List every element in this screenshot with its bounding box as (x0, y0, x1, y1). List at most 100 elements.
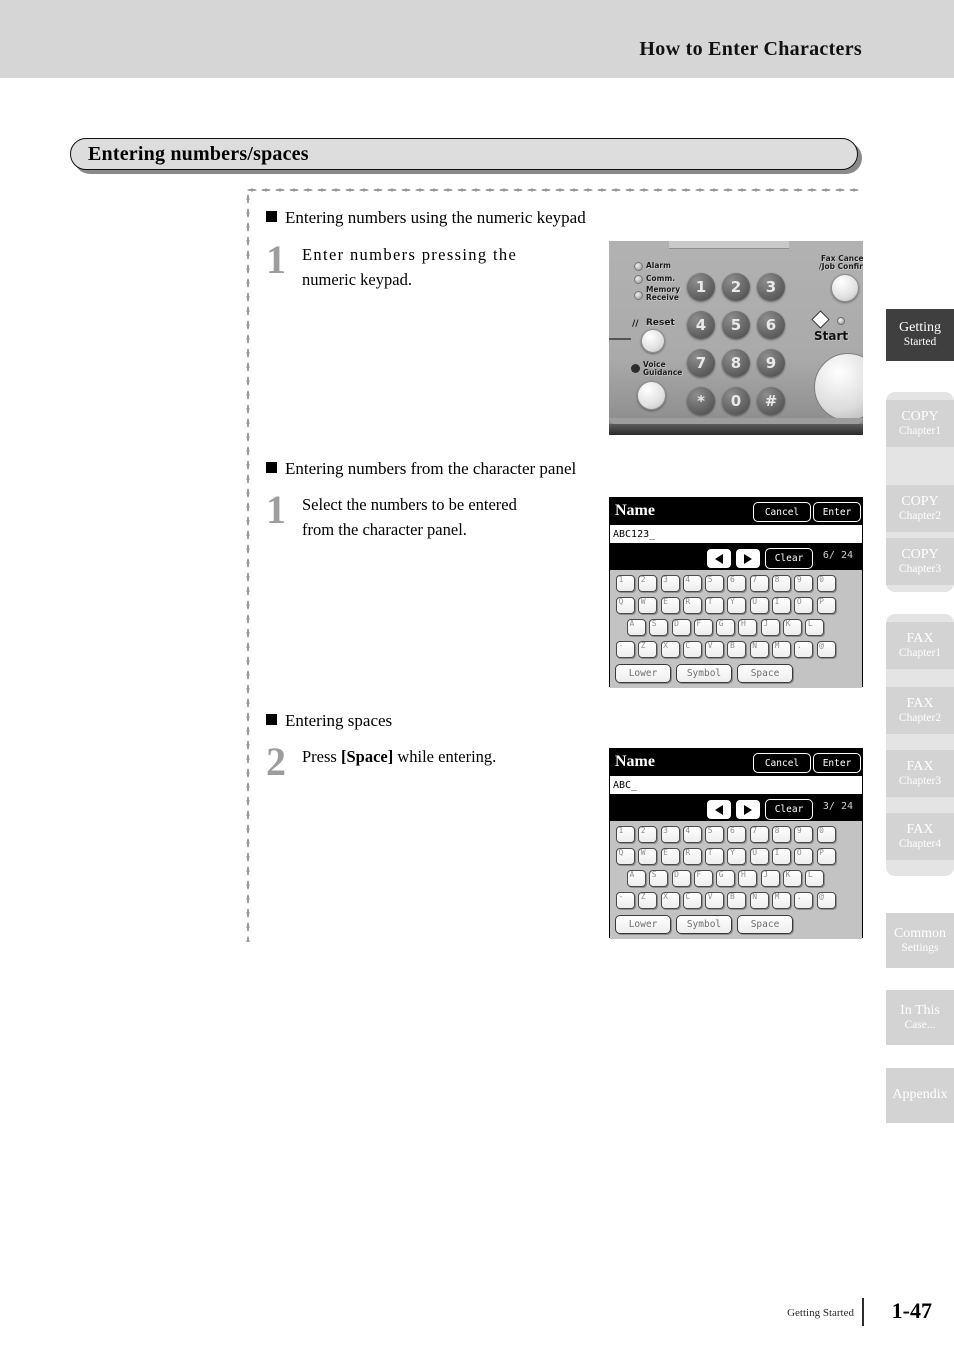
keyboard-key-t[interactable]: T (705, 597, 725, 614)
keyboard-key-5[interactable]: 5 (705, 575, 725, 592)
keyboard-key-2[interactable]: 2 (638, 575, 658, 592)
keyboard-key-y[interactable]: Y (727, 848, 747, 865)
keypad-key-asterisk[interactable]: * (687, 387, 715, 415)
keyboard-key-at[interactable]: @ (816, 641, 836, 658)
keyboard-key-x[interactable]: X (660, 892, 680, 909)
keyboard-key-z[interactable]: Z (638, 892, 658, 909)
keyboard-key-j[interactable]: J (760, 870, 780, 887)
voice-guidance-button[interactable] (637, 381, 666, 410)
keyboard-key-v[interactable]: V (705, 892, 725, 909)
keyboard-key-7[interactable]: 7 (749, 575, 769, 592)
symbol-button[interactable]: Symbol (676, 664, 732, 683)
keyboard-key-r[interactable]: R (682, 848, 702, 865)
keyboard-key-j[interactable]: J (760, 619, 780, 636)
keyboard-key-t[interactable]: T (705, 848, 725, 865)
keypad-key-5[interactable]: 5 (722, 311, 750, 339)
keyboard-key-y[interactable]: Y (727, 597, 747, 614)
keyboard-key-g[interactable]: G (716, 619, 736, 636)
keyboard-key-h[interactable]: H (738, 619, 758, 636)
name-input-field[interactable]: ABC_ (610, 776, 862, 795)
keyboard-key-b[interactable]: B (727, 641, 747, 658)
keyboard-key-o[interactable]: O (794, 597, 814, 614)
keyboard-key-i[interactable]: I (772, 597, 792, 614)
keyboard-key-4[interactable]: 4 (682, 826, 702, 843)
keyboard-key-c[interactable]: C (682, 641, 702, 658)
keypad-key-hash[interactable]: # (757, 387, 785, 415)
keyboard-key-8[interactable]: 8 (772, 575, 792, 592)
keyboard-key-f[interactable]: F (693, 870, 713, 887)
keyboard-key-dash[interactable]: - (616, 641, 635, 658)
keyboard-key-v[interactable]: V (705, 641, 725, 658)
keyboard-key-0[interactable]: 0 (816, 575, 836, 592)
keyboard-key-dash[interactable]: - (616, 892, 635, 909)
keyboard-key-a[interactable]: A (627, 870, 646, 887)
keyboard-key-h[interactable]: H (738, 870, 758, 887)
chapter-tab-common-settings[interactable]: Common Settings (886, 913, 954, 968)
keyboard-key-b[interactable]: B (727, 892, 747, 909)
keyboard-key-n[interactable]: N (749, 641, 769, 658)
keyboard-key-9[interactable]: 9 (794, 826, 814, 843)
keyboard-key-at[interactable]: @ (816, 892, 836, 909)
keyboard-key-8[interactable]: 8 (772, 826, 792, 843)
keyboard-key-6[interactable]: 6 (727, 826, 747, 843)
space-button[interactable]: Space (737, 915, 793, 934)
lower-button[interactable]: Lower (615, 915, 671, 934)
keyboard-key-4[interactable]: 4 (682, 575, 702, 592)
keyboard-key-q[interactable]: Q (616, 848, 635, 865)
keypad-key-3[interactable]: 3 (757, 273, 785, 301)
keyboard-key-f[interactable]: F (693, 619, 713, 636)
keyboard-key-p[interactable]: P (816, 597, 836, 614)
keyboard-key-7[interactable]: 7 (749, 826, 769, 843)
keyboard-key-w[interactable]: W (638, 597, 658, 614)
cancel-button[interactable]: Cancel (753, 753, 811, 773)
chapter-tab-copy-chapter1[interactable]: COPY Chapter1 (886, 400, 954, 447)
keyboard-key-i[interactable]: I (772, 848, 792, 865)
keyboard-key-n[interactable]: N (749, 892, 769, 909)
keyboard-key-9[interactable]: 9 (794, 575, 814, 592)
keyboard-key-e[interactable]: E (660, 597, 680, 614)
keyboard-key-d[interactable]: D (671, 619, 691, 636)
symbol-button[interactable]: Symbol (676, 915, 732, 934)
keyboard-key-m[interactable]: M (772, 641, 792, 658)
keyboard-key-u[interactable]: U (749, 597, 769, 614)
keypad-key-0[interactable]: 0 (722, 387, 750, 415)
lower-button[interactable]: Lower (615, 664, 671, 683)
keypad-key-2[interactable]: 2 (722, 273, 750, 301)
right-arrow-button[interactable] (736, 800, 760, 819)
keyboard-key-q[interactable]: Q (616, 597, 635, 614)
chapter-tab-in-this-case[interactable]: In This Case... (886, 990, 954, 1045)
left-arrow-button[interactable] (707, 800, 731, 819)
keyboard-key-u[interactable]: U (749, 848, 769, 865)
keyboard-key-a[interactable]: A (627, 619, 646, 636)
chapter-tab-appendix[interactable]: Appendix (886, 1068, 954, 1123)
chapter-tab-copy-chapter3[interactable]: COPY Chapter3 (886, 538, 954, 585)
keypad-key-8[interactable]: 8 (722, 349, 750, 377)
keyboard-key-w[interactable]: W (638, 848, 658, 865)
enter-button[interactable]: Enter (813, 502, 861, 522)
keypad-key-6[interactable]: 6 (757, 311, 785, 339)
reset-button[interactable] (641, 329, 665, 353)
keyboard-key-2[interactable]: 2 (638, 826, 658, 843)
keyboard-key-s[interactable]: S (649, 870, 669, 887)
keyboard-key-d[interactable]: D (671, 870, 691, 887)
chapter-tab-fax-chapter3[interactable]: FAX Chapter3 (886, 750, 954, 797)
keyboard-key-m[interactable]: M (772, 892, 792, 909)
keypad-key-7[interactable]: 7 (687, 349, 715, 377)
keyboard-key-z[interactable]: Z (638, 641, 658, 658)
keyboard-key-period[interactable]: . (794, 641, 814, 658)
keyboard-key-x[interactable]: X (660, 641, 680, 658)
clear-button[interactable]: Clear (765, 548, 813, 569)
left-arrow-button[interactable] (707, 549, 731, 568)
keyboard-key-k[interactable]: K (783, 619, 803, 636)
keyboard-key-0[interactable]: 0 (816, 826, 836, 843)
chapter-tab-fax-chapter2[interactable]: FAX Chapter2 (886, 687, 954, 734)
chapter-tab-getting-started[interactable]: Getting Started (886, 309, 954, 361)
keyboard-key-3[interactable]: 3 (660, 826, 680, 843)
keyboard-key-s[interactable]: S (649, 619, 669, 636)
chapter-tab-copy-chapter2[interactable]: COPY Chapter2 (886, 485, 954, 532)
keyboard-key-3[interactable]: 3 (660, 575, 680, 592)
keyboard-key-6[interactable]: 6 (727, 575, 747, 592)
keyboard-key-c[interactable]: C (682, 892, 702, 909)
keyboard-key-1[interactable]: 1 (616, 575, 635, 592)
keyboard-key-e[interactable]: E (660, 848, 680, 865)
